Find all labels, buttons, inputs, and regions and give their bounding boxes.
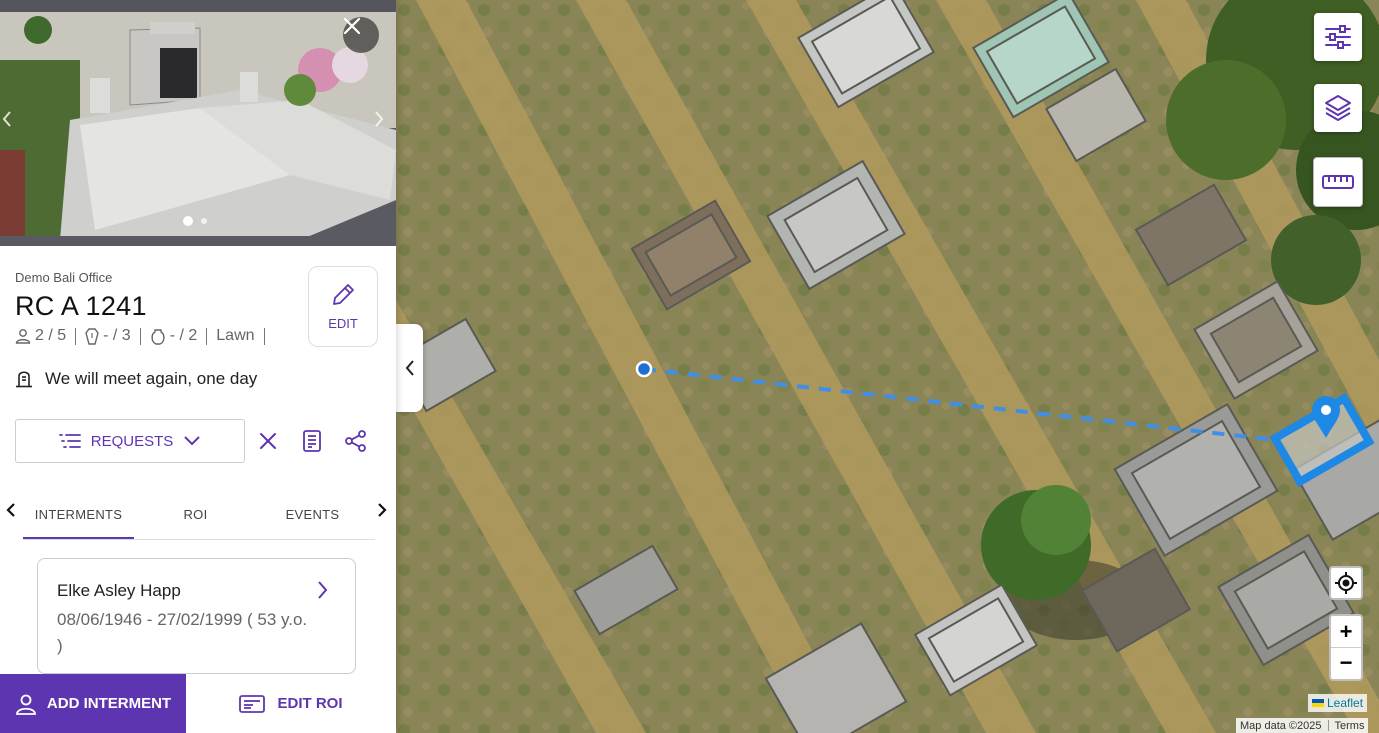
- coffin-count: - / 3: [103, 327, 131, 344]
- share-icon: [345, 430, 366, 452]
- people-count: 2 / 5: [35, 327, 67, 344]
- close-gallery-button[interactable]: [343, 17, 379, 53]
- id-card-icon: [239, 694, 266, 713]
- plot-title: RC A 1241: [15, 291, 147, 321]
- map-view[interactable]: + − Leaflet Map data ©2025 Terms: [396, 0, 1379, 733]
- divider: [139, 327, 141, 345]
- chevron-down-icon: [184, 436, 200, 446]
- app: + − Leaflet Map data ©2025 Terms Demo Ba…: [0, 0, 1379, 733]
- zoom-control: + −: [1329, 614, 1363, 681]
- requests-dropdown[interactable]: REQUESTS: [15, 419, 245, 463]
- tab-events[interactable]: EVENTS: [257, 490, 368, 538]
- chevron-right-icon: [318, 581, 328, 599]
- plot-capacity-meta: 2 / 5 - / 3 - / 2 Lawn: [15, 326, 274, 346]
- grave-photo: [0, 0, 396, 246]
- edit-plot-button[interactable]: EDIT: [308, 266, 378, 347]
- plot-sidebar: Demo Bali Office RC A 1241 2 / 5 - / 3 -…: [0, 0, 396, 733]
- user-location-dot: [635, 360, 653, 378]
- coffin-capacity: - / 3: [85, 327, 131, 345]
- divider: [263, 327, 265, 345]
- coffin-icon: [85, 327, 99, 345]
- person-icon: [16, 694, 36, 715]
- map-data-attribution: Map data ©2025 Terms: [1236, 718, 1369, 733]
- chevron-left-icon: [2, 111, 11, 127]
- interment-name: Elke Asley Happ: [57, 581, 181, 600]
- gallery-dot-active[interactable]: [183, 216, 193, 226]
- gallery-indicator: [183, 216, 207, 226]
- person-icon: [15, 329, 31, 344]
- measure-button[interactable]: [1313, 157, 1363, 207]
- filter-button[interactable]: [1314, 13, 1362, 61]
- add-interment-button[interactable]: ADD INTERMENT: [0, 674, 186, 733]
- tabs-scroll-right-button[interactable]: [372, 498, 392, 522]
- terms-link[interactable]: Terms: [1335, 720, 1365, 732]
- tabs-divider: [23, 539, 375, 540]
- gallery-dot[interactable]: [201, 218, 207, 224]
- chevron-right-icon: [378, 503, 387, 517]
- office-name: Demo Bali Office: [15, 270, 113, 285]
- add-interment-label: ADD INTERMENT: [46, 695, 172, 712]
- leaflet-attribution[interactable]: Leaflet: [1308, 694, 1368, 712]
- detail-tabs: INTERMENTS ROI EVENTS: [0, 490, 396, 540]
- layers-button[interactable]: [1314, 84, 1362, 132]
- close-icon: [260, 433, 276, 449]
- clear-button[interactable]: [253, 426, 283, 456]
- zoom-out-button[interactable]: −: [1331, 647, 1361, 678]
- chevron-right-icon: [375, 111, 384, 127]
- map-data-text: Map data ©2025: [1240, 719, 1322, 732]
- urn-count: - / 2: [169, 327, 198, 344]
- active-tab-indicator: [23, 537, 134, 539]
- pencil-icon: [333, 284, 354, 305]
- edit-roi-button[interactable]: EDIT ROI: [186, 674, 396, 733]
- list-icon: [58, 434, 81, 448]
- plot-type: Lawn: [216, 327, 255, 344]
- divider: [1327, 720, 1329, 731]
- zoom-in-button[interactable]: +: [1331, 616, 1361, 647]
- share-button[interactable]: [341, 426, 371, 456]
- photo-gallery[interactable]: [0, 0, 396, 246]
- epitaph-text: We will meet again, one day: [45, 369, 258, 388]
- urn-icon: [151, 328, 165, 345]
- urn-capacity: - / 2: [150, 327, 198, 345]
- layers-icon: [1325, 95, 1351, 121]
- locate-button[interactable]: [1329, 566, 1363, 600]
- ukraine-flag-icon: [1312, 699, 1324, 707]
- edit-roi-label: EDIT ROI: [277, 695, 343, 712]
- document-button[interactable]: [297, 426, 327, 456]
- aerial-imagery: [396, 0, 1379, 733]
- tab-interments[interactable]: INTERMENTS: [23, 490, 134, 538]
- tab-roi[interactable]: ROI: [140, 490, 251, 538]
- interment-card[interactable]: Elke Asley Happ 08/06/1946 - 27/02/1999 …: [37, 558, 356, 674]
- divider: [75, 327, 77, 345]
- headstone-icon: [16, 371, 32, 388]
- divider: [206, 327, 208, 345]
- locate-icon: [1335, 572, 1357, 594]
- requests-label: REQUESTS: [90, 432, 174, 450]
- collapse-sidebar-button[interactable]: [396, 324, 423, 412]
- document-icon: [303, 430, 321, 452]
- interment-dates: 08/06/1946 - 27/02/1999 ( 53 y.o. ): [57, 610, 308, 655]
- ruler-icon: [1322, 175, 1354, 189]
- gallery-prev-button[interactable]: [2, 110, 22, 138]
- gallery-next-button[interactable]: [374, 110, 394, 138]
- people-capacity: 2 / 5: [15, 327, 66, 345]
- filter-sliders-icon: [1325, 25, 1351, 49]
- chevron-left-icon: [405, 360, 414, 376]
- epitaph: We will meet again, one day: [15, 369, 257, 389]
- leaflet-link[interactable]: Leaflet: [1327, 696, 1363, 710]
- edit-label: EDIT: [328, 316, 358, 331]
- close-icon: [343, 17, 361, 35]
